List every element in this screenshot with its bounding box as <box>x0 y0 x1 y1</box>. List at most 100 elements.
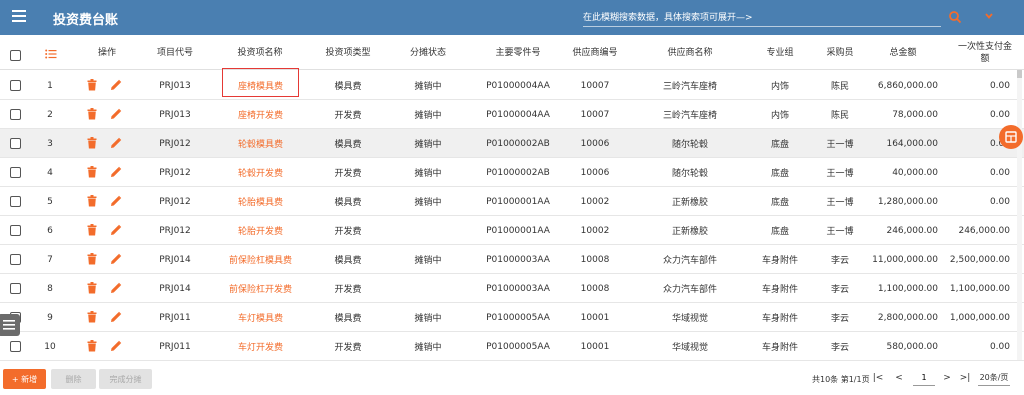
col-supplier-code[interactable]: 供应商编号 <box>560 36 630 70</box>
vertical-scrollbar[interactable] <box>1017 70 1022 360</box>
row-checkbox[interactable] <box>10 196 21 207</box>
menu-icon[interactable] <box>12 10 26 24</box>
add-button[interactable]: + 新增 <box>3 369 46 389</box>
row-checkbox[interactable] <box>10 138 21 149</box>
item-name-link[interactable]: 座椅模具费 <box>222 71 299 100</box>
supplier-name: 华域视觉 <box>671 314 708 324</box>
delete-icon[interactable] <box>87 224 97 236</box>
item-name-link[interactable]: 轮胎模具费 <box>222 187 299 216</box>
share-status: 摊销中 <box>414 314 442 324</box>
row-checkbox[interactable] <box>10 80 21 91</box>
row-checkbox[interactable] <box>10 167 21 178</box>
edit-icon[interactable] <box>110 108 122 120</box>
col-buyer[interactable]: 采购员 <box>820 36 860 70</box>
side-menu-button[interactable] <box>0 314 20 336</box>
col-supplier-name[interactable]: 供应商名称 <box>655 36 725 70</box>
row-checkbox[interactable] <box>10 225 21 236</box>
item-type: 模具费 <box>334 82 362 92</box>
edit-icon[interactable] <box>110 79 122 91</box>
item-name-link[interactable]: 轮毂开发费 <box>222 158 299 187</box>
delete-icon[interactable] <box>87 253 97 265</box>
delete-icon[interactable] <box>87 340 97 352</box>
share-status <box>400 274 456 303</box>
column-settings-icon[interactable] <box>45 49 57 59</box>
share-status: 摊销中 <box>414 198 442 208</box>
col-item-type[interactable]: 投资项类型 <box>318 36 378 70</box>
col-lump-sum[interactable]: 一次性支付金额 <box>956 36 1014 70</box>
col-share-status[interactable]: 分摊状态 <box>400 36 456 70</box>
chevron-down-icon[interactable] <box>984 11 994 21</box>
supplier-name: 随尔轮毂 <box>671 169 708 179</box>
table-row[interactable]: 8 PRJ014 前保险杠开发费 开发费 P01000003AA 10008 众力汽车部件 车… <box>0 274 1024 303</box>
table-row[interactable]: 10 PRJ011 车灯开发费 开发费 摊销中 P01000005AA 10001 华域视觉 车… <box>0 332 1024 361</box>
delete-icon[interactable] <box>87 108 97 120</box>
search-icon[interactable] <box>948 10 962 24</box>
edit-icon[interactable] <box>110 195 122 207</box>
item-name-link[interactable]: 轮胎开发费 <box>222 216 299 245</box>
delete-label: 删除 <box>65 374 82 384</box>
last-page-button[interactable]: >| <box>958 371 972 385</box>
edit-icon[interactable] <box>110 253 122 265</box>
edit-icon[interactable] <box>110 340 122 352</box>
item-name-link[interactable]: 车灯开发费 <box>222 332 299 361</box>
next-page-button[interactable]: > <box>940 371 954 385</box>
total-amount: 246,000.00 <box>886 225 938 236</box>
table-row[interactable]: 1 PRJ013 座椅模具费 模具费 摊销中 P01000004AA 10007 三岭汽车座椅… <box>0 71 1024 100</box>
supplier-name: 三岭汽车座椅 <box>662 111 717 121</box>
row-checkbox[interactable] <box>10 109 21 120</box>
edit-icon[interactable] <box>110 137 122 149</box>
table-row[interactable]: 2 PRJ013 座椅开发费 开发费 摊销中 P01000004AA 10007 三岭汽车座椅… <box>0 100 1024 129</box>
project-code: PRJ014 <box>159 254 191 265</box>
total-amount: 6,860,000.00 <box>877 80 938 91</box>
col-project-code[interactable]: 项目代号 <box>150 36 200 70</box>
delete-icon[interactable] <box>87 311 97 323</box>
table-row[interactable]: 5 PRJ012 轮胎模具费 模具费 摊销中 P01000001AA 10002 正新橡胶 底盘… <box>0 187 1024 216</box>
part-no: P01000003AA <box>486 254 550 265</box>
complete-share-button[interactable]: 完成分摊 <box>99 369 152 389</box>
col-group[interactable]: 专业组 <box>758 36 802 70</box>
item-name-link[interactable]: 轮毂模具费 <box>222 129 299 158</box>
table-row[interactable]: 9 PRJ011 车灯模具费 模具费 摊销中 P01000005AA 10001 华域视觉 车身… <box>0 303 1024 332</box>
row-checkbox[interactable] <box>10 341 21 352</box>
col-part-no[interactable]: 主要零件号 <box>478 36 558 70</box>
row-checkbox[interactable] <box>10 283 21 294</box>
scrollbar-thumb[interactable] <box>1017 70 1022 78</box>
delete-icon[interactable] <box>87 282 97 294</box>
row-checkbox[interactable] <box>10 254 21 265</box>
item-name-link[interactable]: 前保险杠模具费 <box>222 245 299 274</box>
item-name-link[interactable]: 前保险杠开发费 <box>222 274 299 303</box>
buyer: 李云 <box>830 343 849 353</box>
item-type: 模具费 <box>334 314 362 324</box>
part-no: P01000004AA <box>486 109 550 120</box>
edit-icon[interactable] <box>110 311 122 323</box>
project-code: PRJ012 <box>159 138 191 149</box>
select-all-checkbox[interactable] <box>10 50 21 61</box>
supplier-code: 10006 <box>580 138 610 149</box>
page-size-select[interactable]: 20条/页 <box>978 370 1010 386</box>
table-row[interactable]: 4 PRJ012 轮毂开发费 开发费 摊销中 P01000002AB 10006 随尔轮毂 底盘… <box>0 158 1024 187</box>
col-item-name[interactable]: 投资项名称 <box>225 36 295 70</box>
edit-icon[interactable] <box>110 282 122 294</box>
delete-icon[interactable] <box>87 195 97 207</box>
item-name-link[interactable]: 车灯模具费 <box>222 303 299 332</box>
edit-icon[interactable] <box>110 224 122 236</box>
floating-action-button[interactable] <box>999 125 1023 149</box>
table-row[interactable]: 7 PRJ014 前保险杠模具费 模具费 摊销中 P01000003AA 10008 众力汽车… <box>0 245 1024 274</box>
row-number: 9 <box>47 312 53 323</box>
first-page-button[interactable]: |< <box>871 371 885 385</box>
delete-icon[interactable] <box>87 166 97 178</box>
table-row[interactable]: 6 PRJ012 轮胎开发费 开发费 P01000001AA 10002 正新橡胶 底盘 王一博… <box>0 216 1024 245</box>
table-row[interactable]: 3 PRJ012 轮毂模具费 模具费 摊销中 P01000002AB 10006 随尔轮毂 底盘… <box>0 129 1024 158</box>
col-total[interactable]: 总金额 <box>880 36 926 70</box>
item-type: 模具费 <box>334 140 362 150</box>
col-operation: 操作 <box>97 48 116 58</box>
page-number-input[interactable] <box>913 370 935 386</box>
prev-page-button[interactable]: < <box>892 371 906 385</box>
edit-icon[interactable] <box>110 166 122 178</box>
item-name-link[interactable]: 座椅开发费 <box>222 100 299 129</box>
delete-icon[interactable] <box>87 137 97 149</box>
delete-button[interactable]: 删除 <box>51 369 96 389</box>
search-input[interactable] <box>583 9 941 27</box>
table-footer: + 新增 删除 完成分摊 共10条 第1/1页 |< < > >| 20条/页 <box>0 362 1024 395</box>
delete-icon[interactable] <box>87 79 97 91</box>
